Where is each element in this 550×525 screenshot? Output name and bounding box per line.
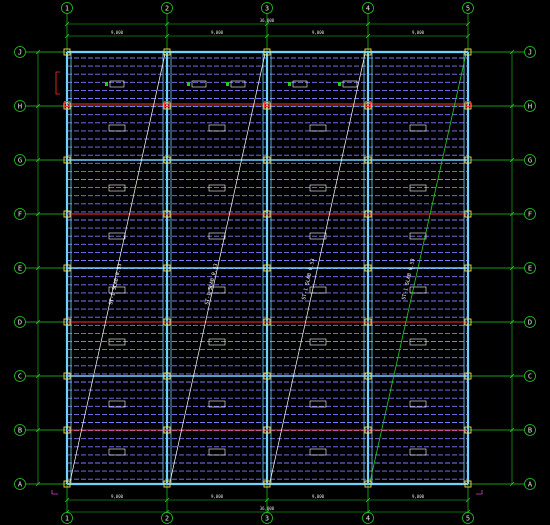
fixture-marker bbox=[187, 82, 190, 86]
axis-bubble-bottom-4: 4 bbox=[362, 512, 374, 524]
axis-bubble-left-C: C bbox=[14, 370, 26, 382]
axis-bubble-bottom-5: 5 bbox=[462, 512, 474, 524]
axis-bubble-left-F: F bbox=[14, 208, 26, 220]
axis-bubble-label: 3 bbox=[265, 515, 269, 523]
axis-bubble-right-D: D bbox=[524, 316, 536, 328]
axis-bubble-right-F: F bbox=[524, 208, 536, 220]
axis-bubble-top-2: 2 bbox=[161, 2, 173, 14]
axis-bubble-label: D bbox=[18, 319, 22, 327]
fixture-marker bbox=[226, 82, 229, 86]
bottom-bay-dim-3: 9,000 bbox=[312, 494, 325, 499]
axis-bubble-right-G: G bbox=[524, 154, 536, 166]
axis-bubble-label: 2 bbox=[165, 515, 169, 523]
axis-bubble-label: F bbox=[528, 211, 532, 219]
axis-bubble-label: 3 bbox=[265, 5, 269, 13]
axis-bubble-left-J: J bbox=[14, 46, 26, 58]
bottom-bay-dim-2: 9,000 bbox=[211, 494, 224, 499]
top-bay-dim-1: 9,000 bbox=[111, 30, 124, 35]
axis-bubble-label: 1 bbox=[65, 5, 69, 13]
axis-bubble-label: 5 bbox=[466, 515, 470, 523]
axis-bubble-right-A: A bbox=[524, 478, 536, 490]
axis-bubble-label: J bbox=[528, 49, 532, 57]
bottom-bay-dim-4: 9,000 bbox=[412, 494, 425, 499]
axis-bubble-right-J: J bbox=[524, 46, 536, 58]
axis-bubble-top-3: 3 bbox=[261, 2, 273, 14]
axis-bubble-label: G bbox=[18, 157, 22, 165]
axis-bubble-bottom-3: 3 bbox=[261, 512, 273, 524]
axis-bubble-right-H: H bbox=[524, 100, 536, 112]
axis-bubble-label: B bbox=[18, 427, 22, 435]
axis-bubble-label: 2 bbox=[165, 5, 169, 13]
axis-bubble-label: C bbox=[18, 373, 22, 381]
axis-bubble-left-H: H bbox=[14, 100, 26, 112]
fixture-marker bbox=[105, 82, 108, 86]
axis-bubble-left-B: B bbox=[14, 424, 26, 436]
bottom-total-dim: 36,000 bbox=[260, 506, 275, 511]
axis-bubble-label: H bbox=[18, 103, 22, 111]
axis-bubble-label: C bbox=[528, 373, 532, 381]
axis-bubble-label: E bbox=[18, 265, 22, 273]
axis-bubble-label: H bbox=[528, 103, 532, 111]
axis-bubble-label: 1 bbox=[65, 515, 69, 523]
axis-bubble-left-E: E bbox=[14, 262, 26, 274]
axis-bubble-label: G bbox=[528, 157, 532, 165]
top-bay-dim-2: 9,000 bbox=[211, 30, 224, 35]
axis-bubble-bottom-2: 2 bbox=[161, 512, 173, 524]
axis-bubble-left-D: D bbox=[14, 316, 26, 328]
axis-bubble-bottom-1: 1 bbox=[61, 512, 73, 524]
axis-bubble-label: F bbox=[18, 211, 22, 219]
axis-bubble-top-4: 4 bbox=[362, 2, 374, 14]
axis-bubble-label: 5 bbox=[466, 5, 470, 13]
axis-bubble-label: J bbox=[18, 49, 22, 57]
axis-bubble-label: D bbox=[528, 319, 532, 327]
axis-bubble-label: B bbox=[528, 427, 532, 435]
axis-bubble-left-G: G bbox=[14, 154, 26, 166]
axis-bubble-left-A: A bbox=[14, 478, 26, 490]
top-bay-dim-3: 9,000 bbox=[312, 30, 325, 35]
axis-bubble-top-5: 5 bbox=[462, 2, 474, 14]
axis-bubble-label: 4 bbox=[366, 5, 370, 13]
axis-bubble-label: E bbox=[528, 265, 532, 273]
axis-bubble-right-B: B bbox=[524, 424, 536, 436]
structural-plan-drawing: 36,000 9,000 9,000 9,000 9,000 9,000 9,0… bbox=[0, 0, 550, 525]
axis-bubble-label: 4 bbox=[366, 515, 370, 523]
top-total-dim: 36,000 bbox=[260, 18, 275, 23]
axis-bubble-right-E: E bbox=[524, 262, 536, 274]
fixture-marker bbox=[288, 82, 291, 86]
bottom-bay-dim-1: 9,000 bbox=[111, 494, 124, 499]
axis-bubble-right-C: C bbox=[524, 370, 536, 382]
top-bay-dim-4: 9,000 bbox=[412, 30, 425, 35]
axis-bubble-top-1: 1 bbox=[61, 2, 73, 14]
fixture-marker bbox=[338, 82, 341, 86]
